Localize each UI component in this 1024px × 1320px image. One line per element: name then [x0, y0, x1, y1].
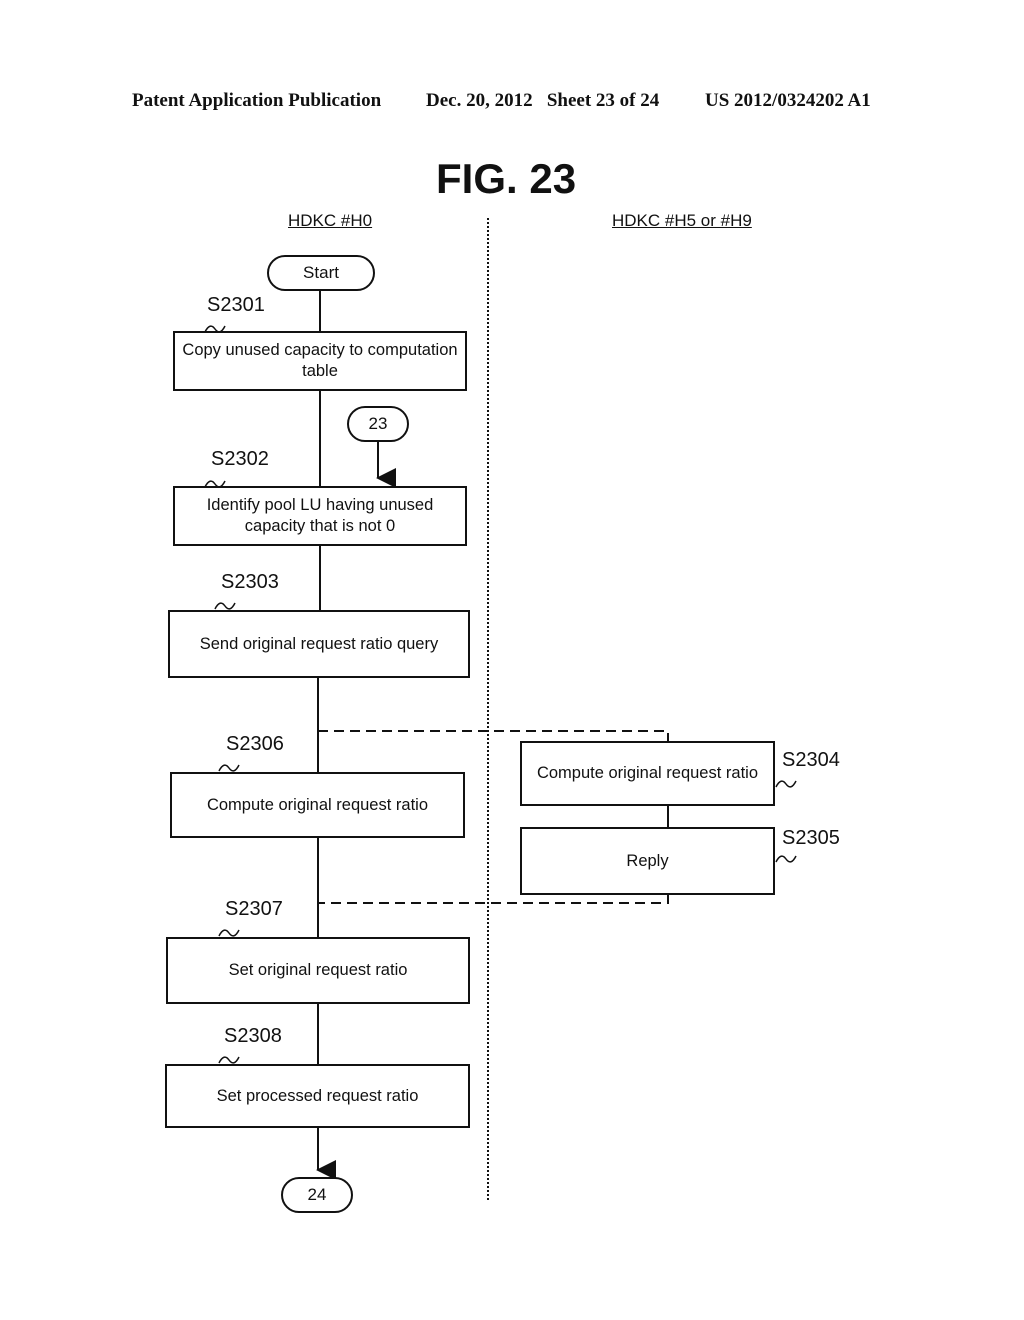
step-box-s2304: Compute original request ratio [520, 741, 775, 806]
step-label-s2308: S2308 [224, 1025, 282, 1047]
step-box-s2307: Set original request ratio [166, 937, 470, 1004]
step-label-s2301: S2301 [207, 294, 265, 316]
step-label-s2302: S2302 [211, 448, 269, 470]
step-label-s2303: S2303 [221, 571, 279, 593]
step-label-s2306: S2306 [226, 733, 284, 755]
step-box-s2308: Set processed request ratio [165, 1064, 470, 1128]
connector-lines [204, 218, 797, 1200]
step-label-s2304: S2304 [782, 749, 840, 771]
step-label-s2305: S2305 [782, 827, 840, 849]
start-terminal: Start [267, 255, 375, 291]
connector-out-24: 24 [281, 1177, 353, 1213]
connector-in-23: 23 [347, 406, 409, 442]
step-label-s2307: S2307 [225, 898, 283, 920]
step-box-s2305: Reply [520, 827, 775, 895]
step-box-s2303: Send original request ratio query [168, 610, 470, 678]
step-box-s2302: Identify pool LU having unused capacity … [173, 486, 467, 546]
step-box-s2306: Compute original request ratio [170, 772, 465, 838]
step-box-s2301: Copy unused capacity to computation tabl… [173, 331, 467, 391]
